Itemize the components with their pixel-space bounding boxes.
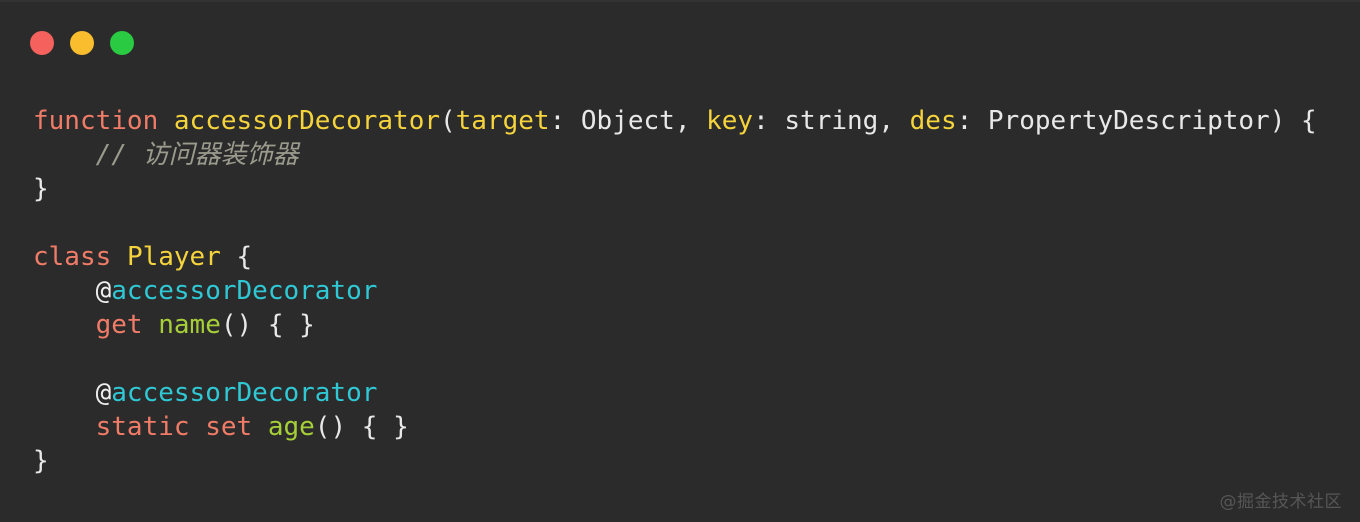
code-line: } [33, 172, 1333, 206]
code-token-function-name: Player [126, 242, 221, 272]
traffic-light-minimize-icon[interactable] [70, 31, 94, 55]
code-token-punct: } [33, 446, 49, 476]
code-token-decorator: accessorDecorator [111, 276, 378, 306]
code-line: get name() { } [33, 308, 1333, 342]
code-token-function-name: accessorDecorator [173, 106, 440, 136]
code-token-method: age [267, 412, 315, 442]
watermark-label: @掘金技术社区 [1219, 492, 1342, 512]
code-token-comment-cjk: 访问器装饰器 [142, 140, 299, 170]
code-token-type: string [784, 106, 879, 136]
code-token-punct: () { } [220, 310, 315, 340]
code-token-punct: () { } [314, 412, 409, 442]
code-token-punct: : [549, 106, 581, 136]
code-token-type: PropertyDescriptor [987, 106, 1270, 136]
code-token-param: des [909, 106, 957, 136]
code-token-param: target [455, 106, 550, 136]
code-line: } [33, 444, 1333, 478]
code-token-method: name [158, 310, 221, 340]
code-token-punct: , [878, 106, 910, 136]
code-token-punct: } [33, 174, 49, 204]
code-token-param: key [706, 106, 754, 136]
code-token-punct: : [956, 106, 988, 136]
code-token-decorator: accessorDecorator [111, 378, 378, 408]
code-snippet-window: function accessorDecorator(target: Objec… [0, 0, 1360, 522]
code-token-at: @ [95, 276, 112, 306]
code-token-punct: : [753, 106, 785, 136]
code-line: function accessorDecorator(target: Objec… [33, 104, 1333, 138]
code-token-keyword: class [33, 242, 112, 272]
code-line: // 访问器装饰器 [33, 138, 1333, 172]
code-token-keyword: static [95, 412, 190, 442]
code-token-at: @ [95, 378, 112, 408]
code-line: class Player { [33, 240, 1333, 274]
code-token-keyword: get [95, 310, 143, 340]
code-token-punct: , [674, 106, 707, 136]
window-controls [30, 31, 134, 55]
code-line: static set age() { } [33, 410, 1333, 444]
code-token-punct: ) { [1269, 106, 1317, 136]
window-titlebar [0, 0, 1360, 86]
code-token-keyword: function [33, 106, 159, 136]
code-line: @accessorDecorator [33, 274, 1333, 308]
code-token-punct: { [220, 242, 253, 272]
code-line: @accessorDecorator [33, 376, 1333, 410]
code-editor-content[interactable]: function accessorDecorator(target: Objec… [33, 104, 1333, 478]
traffic-light-close-icon[interactable] [30, 31, 54, 55]
code-token-keyword: set [205, 412, 253, 442]
code-token-type: Object [580, 106, 675, 136]
code-token-punct: ( [440, 106, 456, 136]
traffic-light-maximize-icon[interactable] [110, 31, 134, 55]
code-token-comment: // [95, 140, 143, 170]
